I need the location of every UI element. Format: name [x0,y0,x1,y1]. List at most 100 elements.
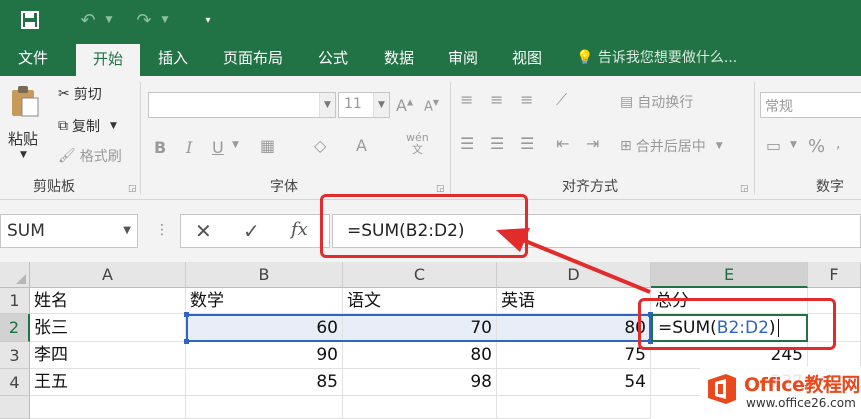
cell-b5[interactable] [186,396,343,419]
cell-b4[interactable]: 85 [186,369,343,396]
increase-indent-icon[interactable]: ⇥ [586,134,599,153]
cell-a3[interactable]: 李四 [30,342,186,369]
cell-d2[interactable]: 80 [497,314,651,342]
cell-c3[interactable]: 80 [343,342,497,369]
currency-dropdown-icon[interactable]: ▼ [790,140,797,150]
select-all-corner[interactable] [0,262,30,288]
edit-text-suffix: ) [768,318,776,338]
cell-a5[interactable] [30,396,186,419]
orientation-icon[interactable]: ⟋ [556,90,567,110]
cell-c1[interactable]: 语文 [343,288,497,314]
tab-home[interactable]: 开始 [76,44,140,76]
paste-dropdown-icon[interactable]: ▼ [20,150,27,160]
number-format-select[interactable]: 常规 [760,92,861,118]
underline-button[interactable]: U [212,138,224,157]
column-header-a[interactable]: A [30,262,186,288]
tab-page-layout[interactable]: 页面布局 [212,40,294,76]
watermark-title: Office教程网 [744,374,860,396]
comma-style-icon[interactable]: , [836,136,840,152]
cell-d4[interactable]: 54 [497,369,651,396]
row-header-2[interactable]: 2 [0,314,30,342]
tab-insert[interactable]: 插入 [146,40,200,76]
cell-d5[interactable] [497,396,651,419]
percent-button[interactable]: % [808,136,825,157]
undo-icon[interactable]: ↶ [76,8,100,32]
office-logo-icon [708,374,736,404]
currency-icon[interactable]: ▭ [766,136,781,155]
cell-f3[interactable] [808,342,861,369]
align-right-icon[interactable]: ☰ [520,134,534,153]
cell-b1[interactable]: 数学 [186,288,343,314]
tab-review[interactable]: 审阅 [436,40,490,76]
grow-font-icon[interactable]: A▲ [396,96,413,115]
column-header-b[interactable]: B [186,262,343,288]
cell-b3[interactable]: 90 [186,342,343,369]
borders-icon[interactable]: ▦ [260,136,275,155]
copy-button[interactable]: ⧉ 复制 ▼ [58,116,117,136]
cancel-icon[interactable]: ✕ [195,219,212,243]
name-box[interactable]: SUM ▼ [0,214,138,248]
align-left-icon[interactable]: ☰ [460,134,474,153]
cell-c5[interactable] [343,396,497,419]
align-bottom-icon[interactable]: ≡ [520,90,533,109]
cell-a4[interactable]: 王五 [30,369,186,396]
font-name-select[interactable]: ▼ [148,92,336,118]
cell-e1[interactable]: 总分 [651,288,808,314]
tab-formulas[interactable]: 公式 [306,40,360,76]
undo-dropdown-icon[interactable]: ▼ [103,8,115,32]
cut-button[interactable]: ✂ 剪切 [58,84,102,104]
paste-button[interactable]: 粘贴 [8,128,38,149]
column-header-e[interactable]: E [651,262,808,288]
alignment-group-label: 对齐方式 [562,179,618,195]
align-top-icon[interactable]: ≡ [460,90,473,109]
redo-dropdown-icon[interactable]: ▼ [159,8,171,32]
cell-d3[interactable]: 75 [497,342,651,369]
merge-center-button[interactable]: ⊞ 合并后居中 ▼ [620,136,723,156]
enter-icon[interactable]: ✓ [243,219,260,243]
clipboard-launcher-icon[interactable]: ◲ [128,184,137,194]
cell-a2[interactable]: 张三 [30,314,186,342]
number-group-label: 数字 [816,179,844,195]
underline-dropdown-icon[interactable]: ▼ [232,140,239,150]
tell-me-search[interactable]: 💡 告诉我您想要做什么... [576,40,737,76]
cell-f2[interactable] [808,314,861,342]
formula-bar-grip-icon[interactable]: ⋮ [155,222,169,238]
format-painter-button[interactable]: 🖌 格式刷 [58,146,122,166]
insert-function-icon[interactable]: fx [291,219,308,240]
cell-e3[interactable]: 245 [651,342,808,369]
cell-e2-editing[interactable]: =SUM(B2:D2) [651,314,808,342]
cell-a1[interactable]: 姓名 [30,288,186,314]
cell-c4[interactable]: 98 [343,369,497,396]
font-size-select[interactable]: 11 ▼ [338,92,390,118]
row-header-3[interactable]: 3 [0,342,30,369]
tab-data[interactable]: 数据 [372,40,426,76]
paste-icon[interactable] [10,84,42,118]
cell-c2[interactable]: 70 [343,314,497,342]
bold-button[interactable]: B [154,138,166,157]
cell-b2[interactable]: 60 [186,314,343,342]
row-header-1[interactable]: 1 [0,288,30,314]
row-header-5[interactable] [0,396,30,419]
row-header-4[interactable]: 4 [0,369,30,396]
name-box-dropdown-icon[interactable]: ▼ [123,215,131,247]
alignment-launcher-icon[interactable]: ◲ [740,184,749,194]
align-center-icon[interactable]: ☰ [490,134,504,153]
italic-button[interactable]: I [186,138,192,157]
cell-f1[interactable] [808,288,861,314]
phonetic-icon[interactable]: wén 文 [406,132,429,156]
column-header-c[interactable]: C [343,262,497,288]
save-icon[interactable] [18,8,42,32]
shrink-font-icon[interactable]: A▼ [424,98,439,114]
customize-icon[interactable]: ▾ [200,8,216,32]
font-launcher-icon[interactable]: ◲ [436,184,445,194]
column-header-f[interactable]: F [808,262,861,288]
fill-color-icon[interactable]: ◇ [314,136,326,155]
tab-view[interactable]: 视图 [500,40,554,76]
tab-file[interactable]: 文件 [6,40,60,76]
decrease-indent-icon[interactable]: ⇤ [556,134,569,153]
font-color-icon[interactable]: A [356,136,367,155]
group-divider [450,82,451,194]
redo-icon[interactable]: ↷ [132,8,156,32]
align-middle-icon[interactable]: ≡ [490,90,503,109]
wrap-text-button[interactable]: ▤ 自动换行 [620,92,693,112]
